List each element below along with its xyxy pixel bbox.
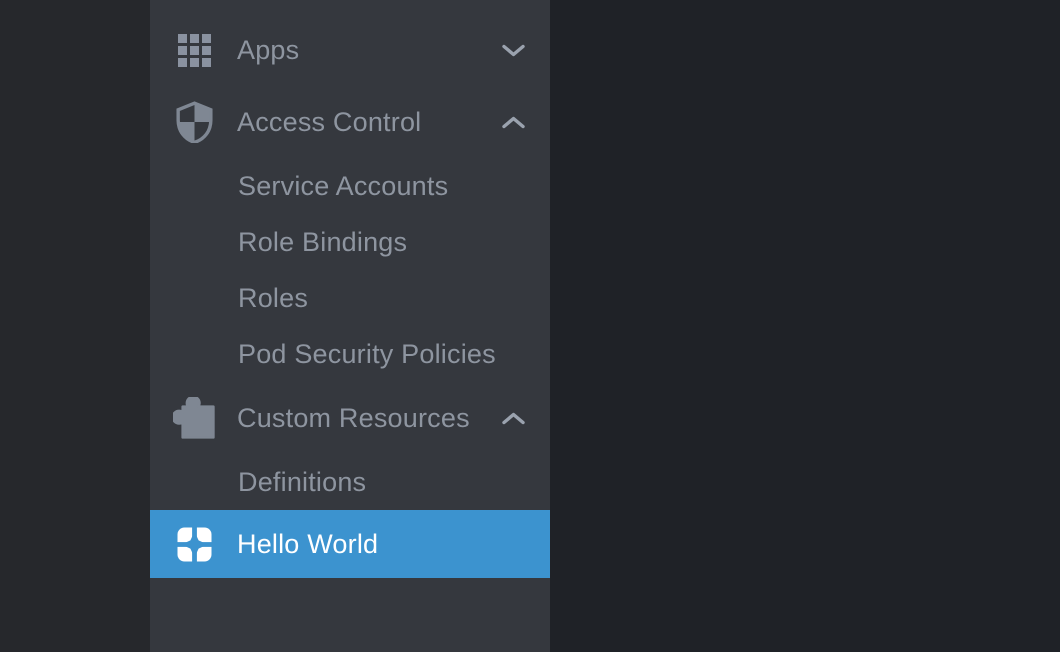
page-background-left <box>0 0 150 652</box>
sidebar-group-label: Access Control <box>237 107 421 138</box>
sidebar-item-roles[interactable]: Roles <box>150 270 550 326</box>
sidebar-item-hello-world[interactable]: Hello World <box>150 510 550 578</box>
chevron-up-icon[interactable] <box>502 116 525 129</box>
chevron-up-icon[interactable] <box>502 412 525 425</box>
shield-icon <box>172 101 216 143</box>
sidebar-group-label: Apps <box>237 35 299 66</box>
sidebar-item-label: Roles <box>238 283 308 314</box>
sidebar-item-pod-security-policies[interactable]: Pod Security Policies <box>150 326 550 382</box>
sidebar-nav: Apps <box>150 0 550 652</box>
sidebar-item-label: Role Bindings <box>238 227 407 258</box>
sidebar-group-label: Custom Resources <box>237 403 470 434</box>
chevron-down-icon[interactable] <box>502 44 525 57</box>
sidebar-item-definitions[interactable]: Definitions <box>150 454 550 510</box>
main-content-area <box>550 0 1060 652</box>
screen: Apps <box>0 0 1060 652</box>
sidebar-group-apps[interactable]: Apps <box>150 14 550 86</box>
sidebar-item-label: Hello World <box>237 529 378 560</box>
puzzle-icon <box>172 397 216 439</box>
sidebar-group-access-control[interactable]: Access Control <box>150 86 550 158</box>
sidebar-group-custom-resources[interactable]: Custom Resources <box>150 382 550 454</box>
sidebar-item-label: Definitions <box>238 467 366 498</box>
sidebar-item-label: Service Accounts <box>238 171 448 202</box>
sidebar-item-role-bindings[interactable]: Role Bindings <box>150 214 550 270</box>
apps-grid-icon <box>172 34 216 67</box>
sidebar-item-label: Pod Security Policies <box>238 339 496 370</box>
sidebar-item-service-accounts[interactable]: Service Accounts <box>150 158 550 214</box>
custom-resource-icon <box>172 527 216 562</box>
